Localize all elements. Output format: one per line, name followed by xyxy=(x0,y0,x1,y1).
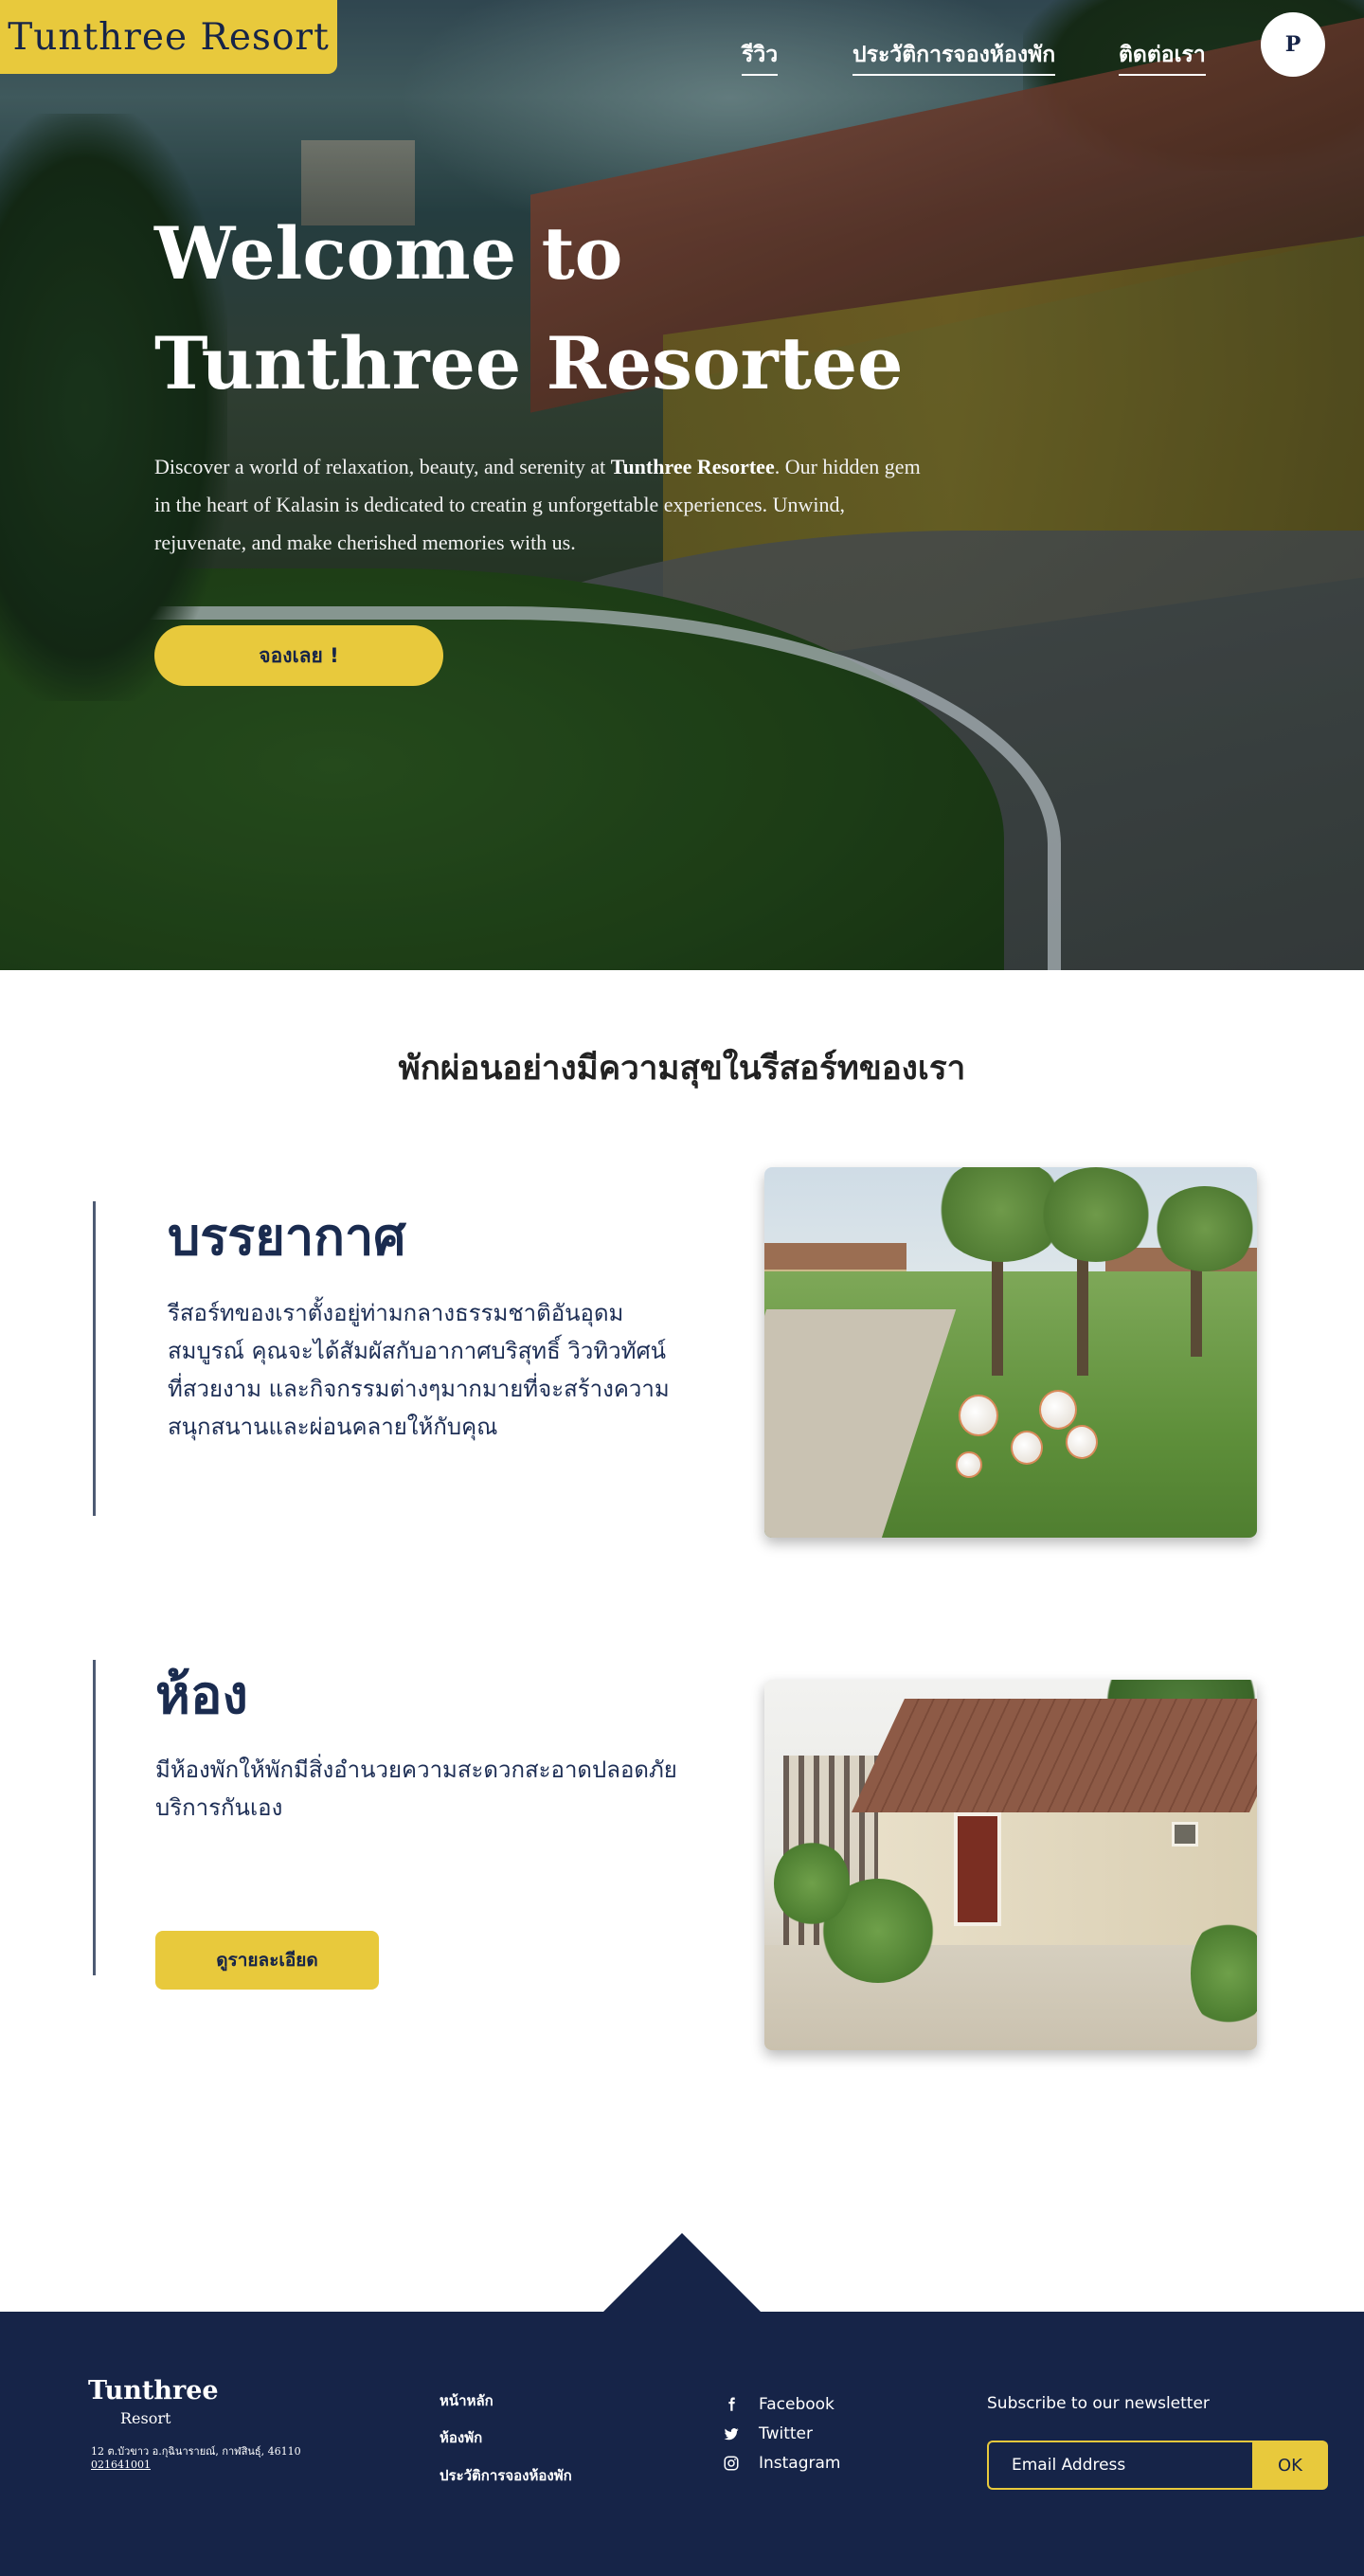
hero-desc-brand: Tunthree Resortee xyxy=(610,455,775,478)
footer-address: 12 ต.บัวขาว อ.กุฉินารายณ์, กาฬสินธุ์, 46… xyxy=(91,2445,301,2458)
footer-notch xyxy=(602,2233,762,2313)
twitter-icon xyxy=(724,2428,739,2441)
hero-title: Welcome to Tunthree Resortee xyxy=(154,199,1007,419)
footer-brand-sub: Resort xyxy=(120,2409,171,2427)
book-now-button[interactable]: จองเลย ! xyxy=(154,625,443,686)
site-logo-text: Tunthree Resort xyxy=(8,15,330,59)
newsletter-submit-button[interactable]: OK xyxy=(1252,2441,1328,2490)
facebook-icon xyxy=(728,2397,735,2411)
feature-title-rooms: ห้อง xyxy=(155,1665,248,1726)
nav-link-contact[interactable]: ติดต่อเรา xyxy=(1119,38,1206,76)
instagram-icon xyxy=(724,2456,739,2471)
site-logo[interactable]: Tunthree Resort xyxy=(0,0,337,74)
feature-text-atmosphere: รีสอร์ทของเราตั้งอยู่ท่ามกลางธรรมชาติอัน… xyxy=(168,1300,670,1440)
hero-desc-pre: Discover a world of relaxation, beauty, … xyxy=(154,455,611,478)
twitter-label: Twitter xyxy=(759,2424,813,2443)
newsletter-email-input[interactable] xyxy=(987,2441,1252,2490)
footer-social-twitter[interactable]: Twitter xyxy=(723,2424,813,2443)
footer-link-booking-history[interactable]: ประวัติการจองห้องพัก xyxy=(440,2464,572,2487)
nav-link-booking-history[interactable]: ประวัติการจองห้องพัก xyxy=(852,38,1056,76)
nav-link-reviews[interactable]: รีวิว xyxy=(742,38,779,76)
hero-description: Discover a world of relaxation, beauty, … xyxy=(154,448,941,562)
user-avatar[interactable]: P xyxy=(1261,12,1325,77)
feature-divider-atmosphere xyxy=(93,1201,96,1516)
feature-text-rooms: มีห้องพักให้พักมีสิ่งอำนวยความสะดวกสะอาด… xyxy=(155,1756,677,1821)
view-details-button[interactable]: ดูรายละเอียด xyxy=(155,1931,379,1990)
hero-title-line1: Welcome to xyxy=(154,211,623,296)
feature-divider-rooms xyxy=(93,1660,96,1975)
atmosphere-photo xyxy=(764,1167,1257,1538)
room-photo xyxy=(764,1680,1257,2050)
footer-social-instagram[interactable]: Instagram xyxy=(723,2454,841,2473)
footer-brand: Tunthree xyxy=(88,2376,219,2405)
feature-title-atmosphere: บรรยากาศ xyxy=(168,1207,406,1267)
site-footer: Tunthree Resort 12 ต.บัวขาว อ.กุฉินารายณ… xyxy=(0,2312,1364,2576)
newsletter-title: Subscribe to our newsletter xyxy=(987,2394,1210,2413)
facebook-label: Facebook xyxy=(759,2395,835,2414)
section-tagline: พักผ่อนอย่างมีความสุขในรีสอร์ทของเรา xyxy=(398,1050,966,1088)
footer-phone[interactable]: 021641001 xyxy=(91,2459,151,2471)
footer-link-home[interactable]: หน้าหลัก xyxy=(440,2389,494,2412)
footer-social-facebook[interactable]: Facebook xyxy=(723,2395,835,2414)
instagram-label: Instagram xyxy=(759,2454,841,2473)
footer-link-rooms[interactable]: ห้องพัก xyxy=(440,2426,482,2449)
hero-title-line2: Tunthree Resortee xyxy=(154,321,904,405)
